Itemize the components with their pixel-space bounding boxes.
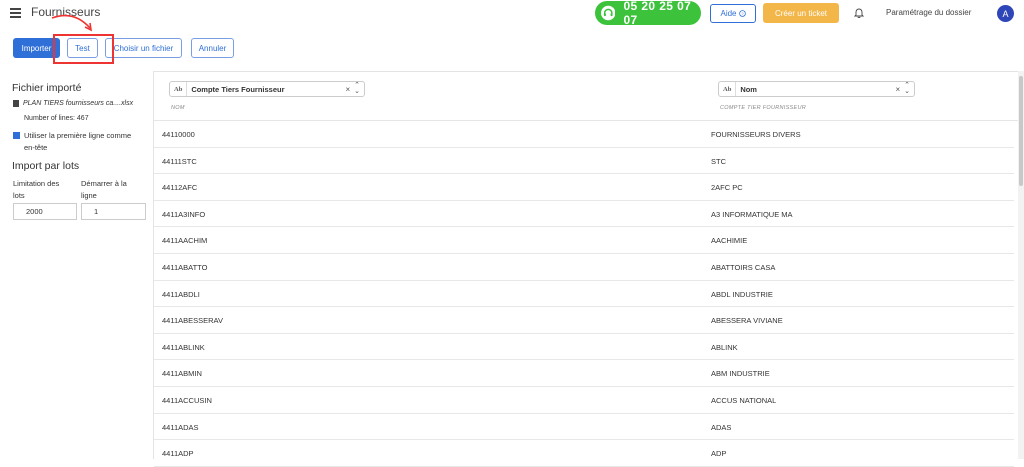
bell-icon[interactable] <box>854 7 864 18</box>
annotation-highlight-box <box>53 34 114 64</box>
grid-scrollbar-thumb[interactable] <box>1019 76 1023 186</box>
cell-account: 4411ABLINK <box>162 342 205 352</box>
cell-name: ACCUS NATIONAL <box>711 395 777 405</box>
cell-name: ABM INDUSTRIE <box>711 369 770 379</box>
table-row: 4411ABATTO ABATTOIRS CASA <box>154 254 1014 281</box>
cell-name: ABLINK <box>711 342 738 352</box>
table-row: 44112AFC 2AFC PC <box>154 174 1014 201</box>
file-name: PLAN TIERS fournisseurs ca....xlsx <box>23 100 134 107</box>
table-row: 44110000 FOURNISSEURS DIVERS <box>154 121 1014 148</box>
file-icon <box>13 100 19 107</box>
cell-name: FOURNISSEURS DIVERS <box>711 130 801 139</box>
table-row: 4411A3INFO A3 INFORMATIQUE MA <box>154 201 1014 228</box>
start-line-label: Démarrer à la ligne <box>81 179 127 200</box>
column-1-subtitle: NOM <box>171 105 185 111</box>
cell-account: 4411ABMIN <box>162 369 202 379</box>
cell-name: STC <box>711 156 726 166</box>
column-1-select-value: Compte Tiers Fournisseur <box>191 84 285 94</box>
create-ticket-button[interactable]: Créer un ticket <box>763 3 839 23</box>
table-row: 4411ABMIN ABM INDUSTRIE <box>154 360 1014 387</box>
annuler-button[interactable]: Annuler <box>191 38 234 58</box>
choose-file-button[interactable]: Choisir un fichier <box>105 38 182 58</box>
batch-limit-input[interactable]: 2000 <box>13 203 77 220</box>
batch-import-heading: Import par lots <box>12 160 80 172</box>
header-checkbox-label: Utiliser la première ligne comme en-tête <box>24 131 132 152</box>
cell-account: 4411AACHIM <box>162 236 208 246</box>
table-row: 4411AACHIM AACHIMIE <box>154 227 1014 254</box>
chevron-updown-icon[interactable]: ⌃ ⌄ <box>354 82 364 95</box>
cell-account: 4411A3INFO <box>162 209 206 219</box>
batch-limit-label: Limitation des lots <box>13 179 60 200</box>
table-row: 4411ACCUSIN ACCUS NATIONAL <box>154 387 1014 414</box>
aide-label: Aide <box>720 9 737 18</box>
top-bar: Fournisseurs 05 20 25 07 07 Aide ? Créer… <box>0 0 1024 28</box>
mapping-grid: Ab Compte Tiers Fournisseur × ⌃ ⌄ NOM Ab … <box>153 71 1024 467</box>
table-row: 4411ABLINK ABLINK <box>154 334 1014 361</box>
column-1-select[interactable]: Ab Compte Tiers Fournisseur × ⌃ ⌄ <box>169 81 365 97</box>
help-circle-icon: ? <box>738 10 746 17</box>
table-row: 4411ADAS ADAS <box>154 414 1014 441</box>
cell-account: 4411ABATTO <box>162 262 208 272</box>
cell-account: 4411ABESSERAV <box>162 316 224 326</box>
column-2-subtitle: COMPTE TIER FOURNISSEUR <box>720 105 807 111</box>
text-type-icon: Ab <box>719 82 737 96</box>
phone-number: 05 20 25 07 07 <box>623 0 692 27</box>
table-row: 44111STC STC <box>154 148 1014 175</box>
cell-account: 4411ABDLI <box>162 289 200 299</box>
cell-account: 44110000 <box>162 130 195 139</box>
data-rows: 44110000 FOURNISSEURS DIVERS 44111STC STC … <box>154 121 1014 467</box>
start-line-input[interactable]: 1 <box>81 203 146 220</box>
imported-file-row: PLAN TIERS fournisseurs ca....xlsx <box>13 100 133 107</box>
cell-account: 44112AFC <box>162 183 198 193</box>
clear-icon[interactable]: × <box>345 85 354 94</box>
headset-icon <box>601 5 616 21</box>
avatar[interactable]: A <box>997 5 1014 22</box>
table-row: 4411ABESSERAV ABESSERA VIVIANE <box>154 307 1014 334</box>
settings-link[interactable]: Paramétrage du dossier <box>886 8 971 17</box>
cell-name: ABDL INDUSTRIE <box>711 289 773 299</box>
cell-name: AACHIMIE <box>711 236 748 246</box>
cell-name: ADP <box>711 449 727 459</box>
hamburger-menu-icon[interactable] <box>10 8 21 18</box>
cell-name: ABATTOIRS CASA <box>711 262 776 272</box>
aide-button[interactable]: Aide ? <box>710 4 756 23</box>
cell-name: A3 INFORMATIQUE MA <box>711 209 793 219</box>
line-count: Number of lines: 467 <box>24 115 89 122</box>
header-checkbox[interactable] <box>13 132 20 139</box>
chevron-updown-icon[interactable]: ⌃ ⌄ <box>904 82 914 95</box>
cell-name: ADAS <box>711 422 732 432</box>
cell-account: 4411ADP <box>162 449 194 459</box>
cell-name: 2AFC PC <box>711 183 743 193</box>
cell-account: 4411ACCUSIN <box>162 395 212 405</box>
column-2-select[interactable]: Ab Nom × ⌃ ⌄ <box>718 81 915 97</box>
clear-icon[interactable]: × <box>895 85 904 94</box>
imported-file-heading: Fichier importé <box>12 82 82 94</box>
table-row: 4411ABDLI ABDL INDUSTRIE <box>154 281 1014 308</box>
annotation-arrow <box>51 14 93 32</box>
table-row: 4411ADP ADP <box>154 440 1014 467</box>
phone-support-button[interactable]: 05 20 25 07 07 <box>595 0 701 27</box>
text-type-icon: Ab <box>170 82 188 96</box>
svg-text:?: ? <box>741 11 744 16</box>
column-2-select-value: Nom <box>740 84 757 94</box>
cell-account: 4411ADAS <box>162 422 199 432</box>
cell-name: ABESSERA VIVIANE <box>711 316 783 326</box>
cell-account: 44111STC <box>162 156 197 166</box>
header-checkbox-row[interactable]: Utiliser la première ligne comme en-tête <box>13 130 134 154</box>
